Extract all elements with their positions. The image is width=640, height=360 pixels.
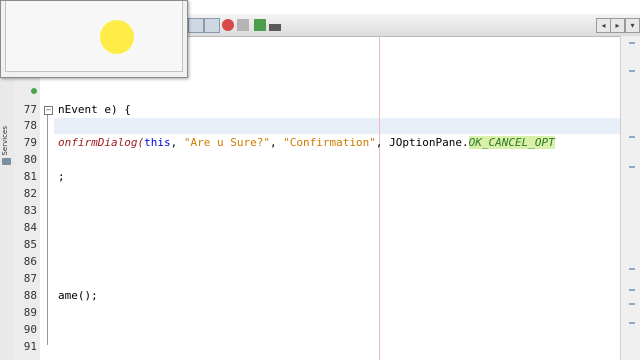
line-number-gutter: 77 78 79 80 81 82 83 84 85 86 87 88 89 9… bbox=[14, 36, 41, 360]
line-number: 78 bbox=[23, 119, 37, 132]
scroll-marker bbox=[629, 268, 635, 270]
app-window[interactable] bbox=[0, 0, 188, 78]
line-number: 89 bbox=[23, 306, 37, 319]
step-icon[interactable] bbox=[269, 24, 281, 31]
scroll-marker bbox=[629, 303, 635, 305]
breakpoint-marker-icon[interactable] bbox=[31, 88, 37, 94]
line-number: 77 bbox=[23, 103, 37, 116]
line-number: 79 bbox=[23, 136, 37, 149]
line-number: 84 bbox=[23, 221, 37, 234]
line-number: 82 bbox=[23, 187, 37, 200]
nav-forward-icon[interactable] bbox=[204, 18, 220, 33]
fold-guide bbox=[47, 115, 48, 345]
string-literal: "Are u Sure?" bbox=[183, 136, 270, 149]
code-line-88[interactable]: ame(); bbox=[58, 288, 98, 304]
string-literal: "Confirmation" bbox=[283, 136, 376, 149]
line-number: 87 bbox=[23, 272, 37, 285]
separator: , bbox=[269, 136, 284, 149]
scroll-marker bbox=[629, 166, 635, 168]
app-window-content[interactable] bbox=[5, 1, 183, 72]
code-line-77[interactable]: nEvent e) { bbox=[58, 102, 131, 118]
code-line-79[interactable]: onfirmDialog(this, "Are u Sure?", "Confi… bbox=[58, 135, 555, 151]
separator: , bbox=[170, 136, 184, 149]
pause-icon[interactable] bbox=[237, 19, 249, 31]
code-fold-icon[interactable]: − bbox=[44, 106, 53, 115]
vertical-scrollbar[interactable] bbox=[620, 36, 640, 360]
scroll-marker bbox=[629, 289, 635, 291]
services-icon[interactable] bbox=[2, 158, 11, 165]
line-number: 91 bbox=[23, 340, 37, 353]
keyword-this: this bbox=[144, 136, 171, 149]
line-number: 85 bbox=[23, 238, 37, 251]
code-editor[interactable]: nEvent e) { onfirmDialog(this, "Are u Su… bbox=[54, 36, 620, 360]
separator: , JOptionPane. bbox=[375, 136, 469, 149]
run-icon[interactable] bbox=[254, 19, 266, 31]
maximize-icon[interactable]: ▾ bbox=[625, 18, 640, 33]
cursor-highlight bbox=[100, 20, 134, 54]
scroll-marker bbox=[629, 136, 635, 138]
scroll-marker bbox=[629, 322, 635, 324]
method-name: onfirmDialog( bbox=[58, 136, 145, 149]
line-number: 90 bbox=[23, 323, 37, 336]
line-number: 88 bbox=[23, 289, 37, 302]
line-number: 86 bbox=[23, 255, 37, 268]
nav-back-icon[interactable] bbox=[188, 18, 204, 33]
line-number: 81 bbox=[23, 170, 37, 183]
code-line-81[interactable]: ; bbox=[58, 169, 65, 185]
line-number: 83 bbox=[23, 204, 37, 217]
constant-highlight: OK_CANCEL_OPT bbox=[468, 136, 555, 149]
scroll-marker bbox=[629, 70, 635, 72]
stop-icon[interactable] bbox=[222, 19, 234, 31]
previous-icon[interactable]: ◂ bbox=[596, 18, 611, 33]
line-number: 80 bbox=[23, 153, 37, 166]
services-tab-label[interactable]: Services bbox=[1, 126, 13, 156]
scroll-marker bbox=[629, 42, 635, 44]
next-icon[interactable]: ▸ bbox=[610, 18, 625, 33]
